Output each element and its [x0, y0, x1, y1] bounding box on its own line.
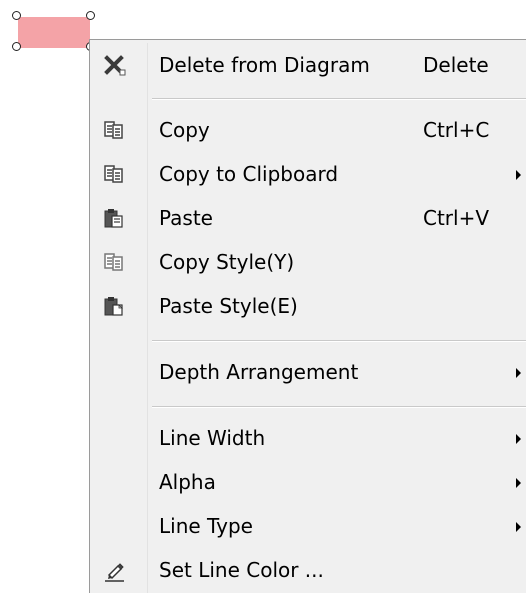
submenu-arrow-icon	[516, 522, 521, 532]
submenu-arrow-icon	[516, 368, 521, 378]
paste-style-icon	[104, 296, 124, 316]
menu-item-delete-from-diagram[interactable]: Delete from Diagram Delete	[90, 43, 526, 87]
paste-icon	[104, 208, 124, 228]
menu-item-label: Line Width	[159, 426, 266, 450]
submenu-arrow-icon	[516, 170, 521, 180]
menu-item-copy-style[interactable]: Copy Style(Y)	[90, 240, 526, 284]
copy-icon	[104, 120, 124, 140]
menu-item-line-type[interactable]: Line Type	[90, 504, 526, 548]
menu-separator	[152, 98, 526, 100]
menu-separator	[152, 406, 526, 408]
menu-item-copy[interactable]: Copy Ctrl+C	[90, 108, 526, 152]
menu-item-label: Paste Style(E)	[159, 294, 298, 318]
menu-item-label: Line Type	[159, 514, 253, 538]
resize-handle-top-right[interactable]	[86, 11, 95, 20]
menu-item-line-width[interactable]: Line Width	[90, 416, 526, 460]
menu-item-depth-arrangement[interactable]: Depth Arrangement	[90, 350, 526, 394]
submenu-arrow-icon	[516, 478, 521, 488]
resize-handle-top-left[interactable]	[12, 11, 21, 20]
menu-item-label: Copy	[159, 118, 210, 142]
menu-separator	[152, 340, 526, 342]
menu-item-label: Paste	[159, 206, 213, 230]
diagram-canvas[interactable]: Delete from Diagram Delete Copy Ctrl+C C…	[0, 0, 526, 593]
menu-item-paste[interactable]: Paste Ctrl+V	[90, 196, 526, 240]
menu-item-shortcut: Ctrl+V	[423, 206, 490, 230]
menu-item-label: Copy to Clipboard	[159, 162, 339, 186]
copy-icon	[104, 164, 124, 184]
menu-item-copy-to-clipboard[interactable]: Copy to Clipboard	[90, 152, 526, 196]
menu-item-label: Set Line Color ...	[159, 558, 324, 582]
pen-icon	[104, 560, 124, 582]
menu-item-shortcut: Ctrl+C	[423, 118, 490, 142]
menu-item-label: Delete from Diagram	[159, 53, 370, 77]
menu-item-label: Alpha	[159, 470, 216, 494]
resize-handle-bottom-left[interactable]	[12, 42, 21, 51]
menu-item-set-line-color[interactable]: Set Line Color ...	[90, 548, 526, 592]
menu-item-label: Copy Style(Y)	[159, 250, 295, 274]
submenu-arrow-icon	[516, 434, 521, 444]
menu-item-paste-style[interactable]: Paste Style(E)	[90, 284, 526, 328]
delete-x-icon	[104, 55, 126, 76]
selected-shape[interactable]	[18, 17, 90, 48]
context-menu: Delete from Diagram Delete Copy Ctrl+C C…	[89, 39, 526, 593]
menu-item-label: Depth Arrangement	[159, 360, 359, 384]
menu-item-alpha[interactable]: Alpha	[90, 460, 526, 504]
copy-style-icon	[104, 252, 124, 272]
menu-item-shortcut: Delete	[423, 53, 489, 77]
